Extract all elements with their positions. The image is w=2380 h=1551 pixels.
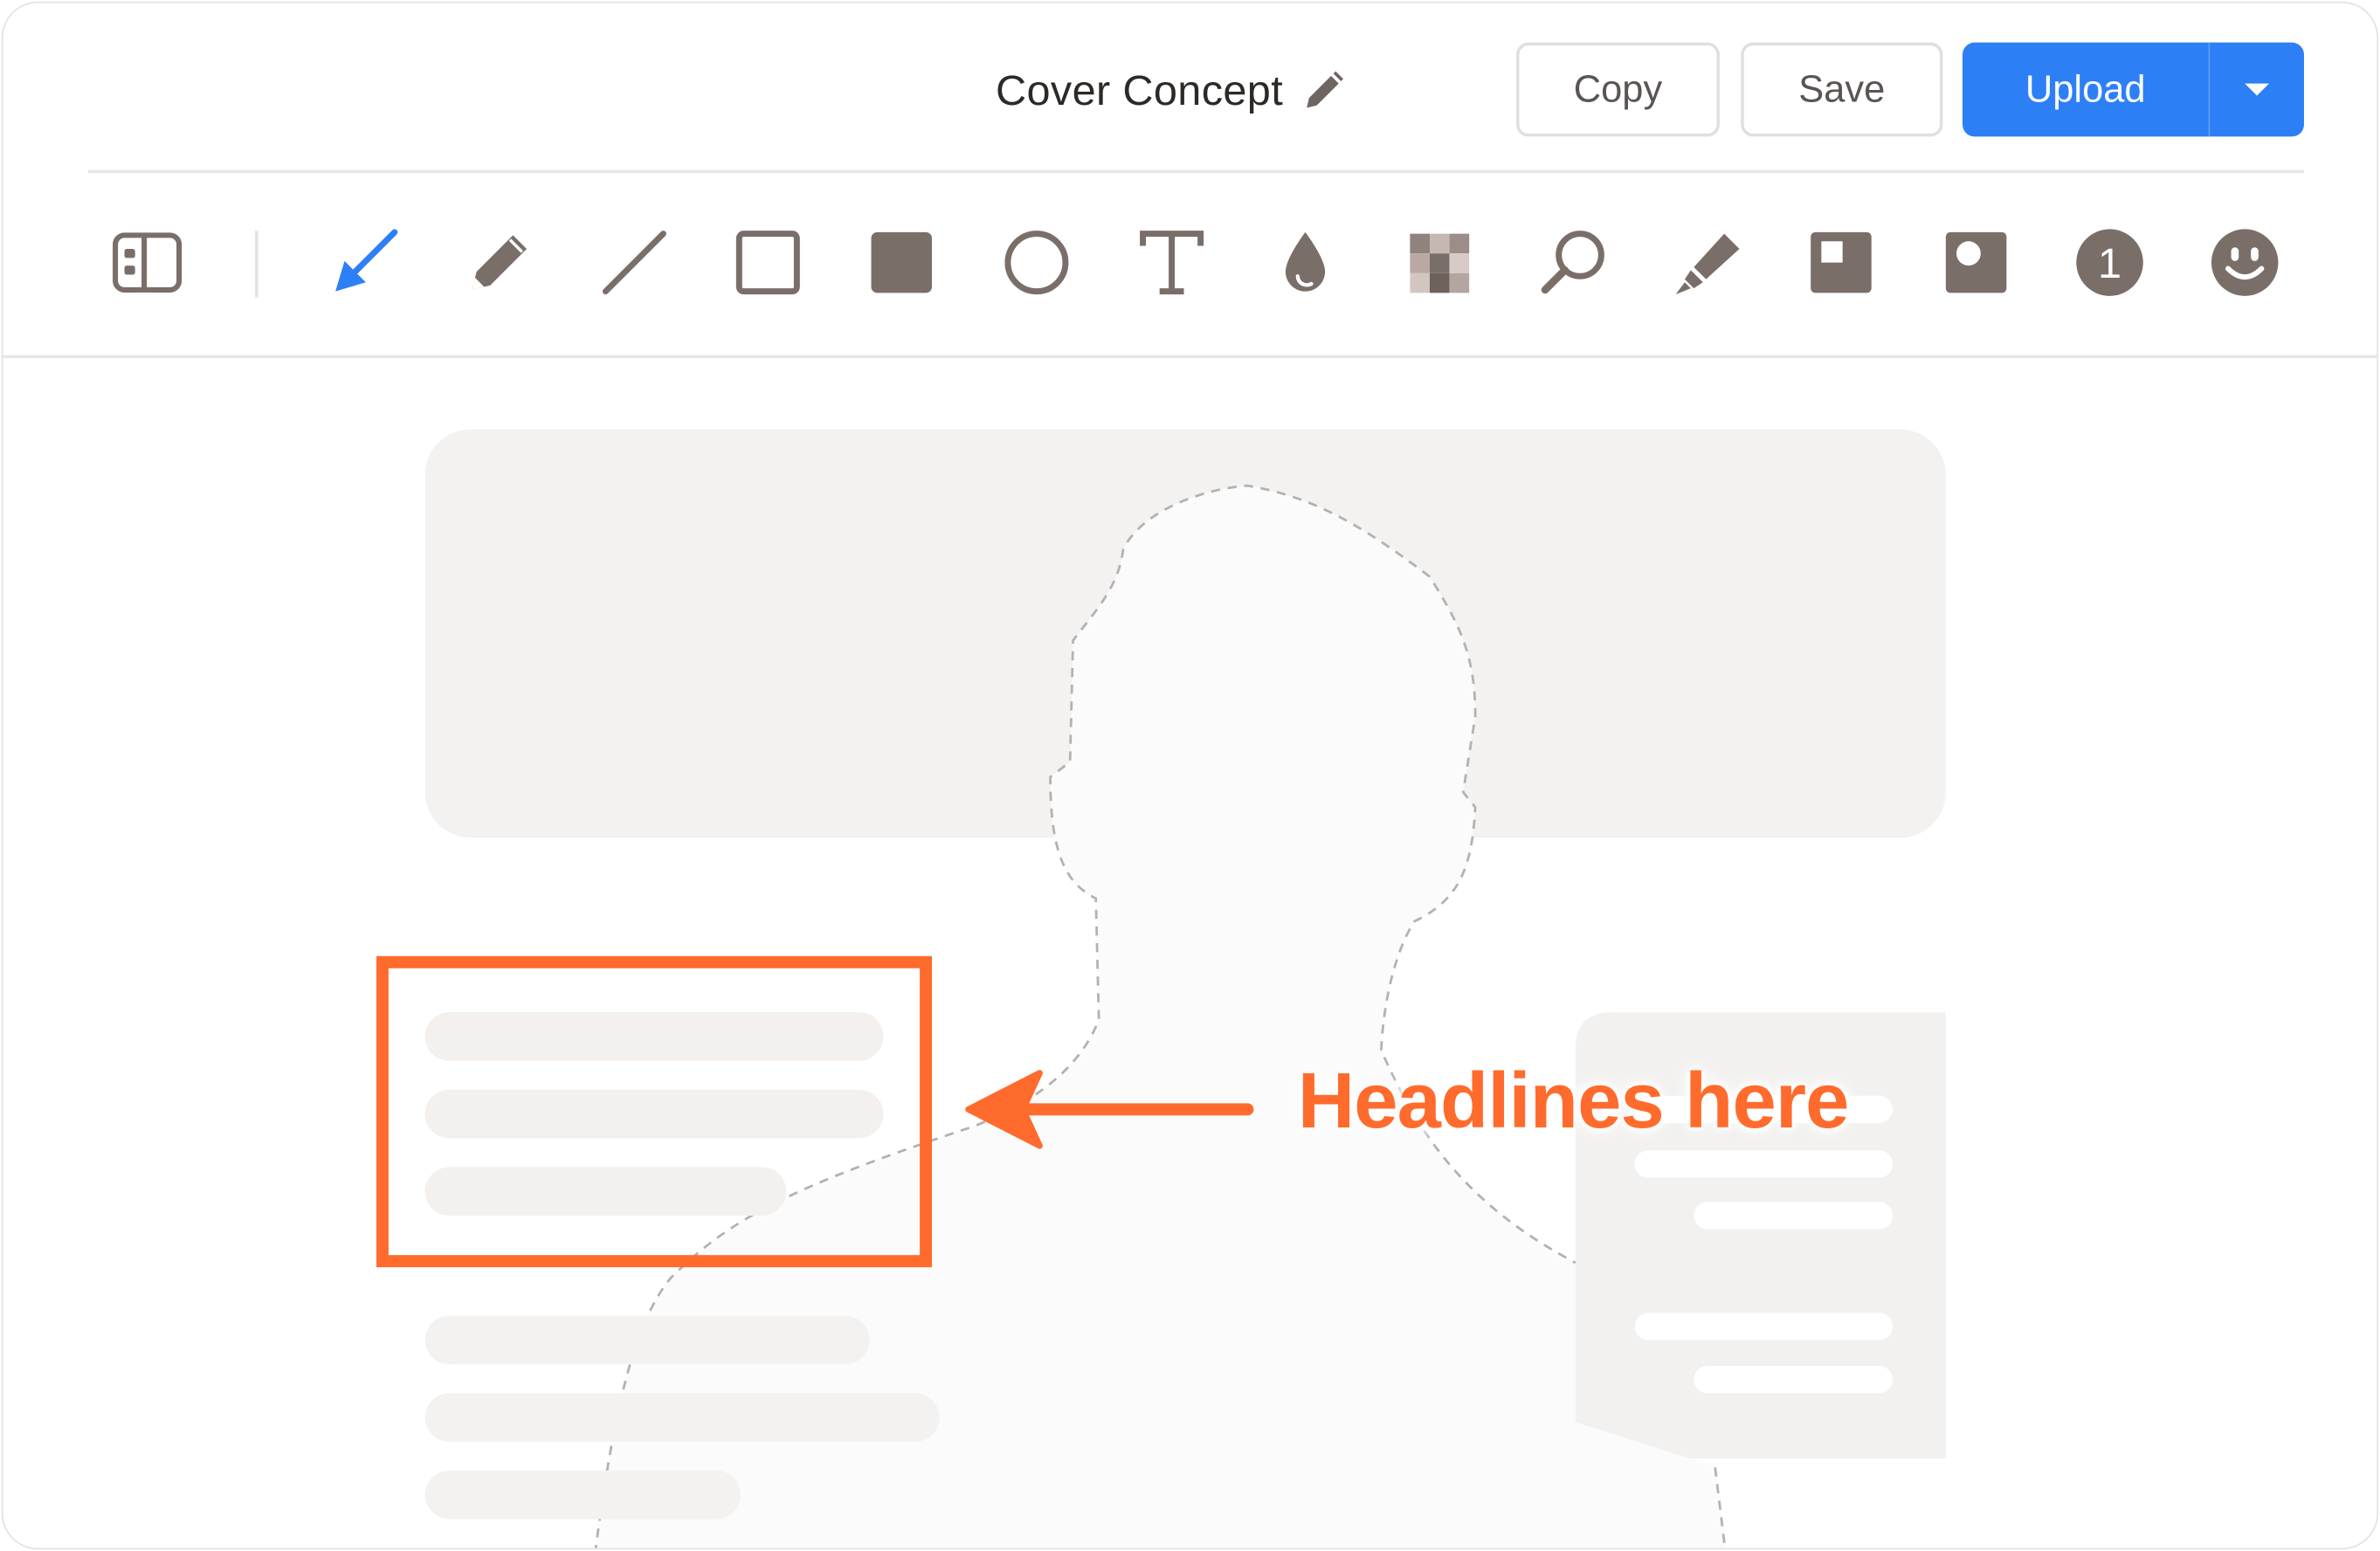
- tool-filled-rectangle[interactable]: [864, 224, 940, 300]
- text-icon: [1140, 231, 1204, 295]
- line-icon: [602, 231, 666, 295]
- tool-rectangle[interactable]: [730, 224, 806, 300]
- tool-text[interactable]: [1134, 224, 1210, 300]
- save-button[interactable]: Save: [1741, 42, 1943, 137]
- upload-menu-button[interactable]: [2210, 43, 2304, 137]
- rectangle-filled-icon: [871, 231, 933, 293]
- canvas-artwork: [376, 429, 1946, 1548]
- tool-ellipse[interactable]: [998, 224, 1074, 300]
- droplet-icon: [1285, 231, 1326, 292]
- spotlight-circle-icon: [1945, 231, 2007, 293]
- tool-blur[interactable]: [1267, 224, 1343, 300]
- pencil-icon[interactable]: [1301, 68, 1347, 114]
- arrow-icon: [335, 229, 398, 292]
- tool-emoji[interactable]: [2207, 224, 2283, 300]
- spotlight-square-icon: [1811, 231, 1872, 293]
- tool-highlighter[interactable]: [1670, 224, 1746, 300]
- headline-placeholder: [424, 1089, 884, 1139]
- upload-split-button: Upload: [1962, 42, 2304, 137]
- magnifier-icon: [1541, 231, 1604, 294]
- copy-button[interactable]: Copy: [1516, 42, 1720, 137]
- highlighter-icon: [1675, 233, 1740, 295]
- upload-button[interactable]: Upload: [1963, 43, 2209, 137]
- annotation-label[interactable]: Headlines here: [1298, 1057, 1850, 1148]
- drawing-canvas[interactable]: [3, 358, 2377, 1548]
- sidebar-toggle-button[interactable]: [109, 224, 185, 300]
- tool-arrow[interactable]: [327, 224, 403, 300]
- tool-pen[interactable]: [461, 224, 537, 300]
- document-title-text: Cover Concept: [995, 66, 1284, 114]
- document-title[interactable]: Cover Concept: [996, 61, 1347, 122]
- pixelate-icon: [1410, 233, 1470, 293]
- smiley-icon: [2211, 229, 2279, 296]
- tool-spotlight-circle[interactable]: [1938, 224, 2014, 300]
- chevron-down-icon: [2245, 83, 2270, 96]
- pencil-icon: [472, 235, 528, 290]
- side-card-line: [1634, 1313, 1894, 1341]
- tool-line[interactable]: [597, 224, 673, 300]
- circle-outline-icon: [1004, 231, 1069, 295]
- headline-placeholder: [424, 1167, 787, 1216]
- body-text-placeholder: [424, 1393, 940, 1442]
- panel-icon: [113, 232, 183, 293]
- tool-magnify[interactable]: [1536, 224, 1612, 300]
- counter-icon: 1: [2076, 229, 2143, 296]
- rectangle-outline-icon: [735, 231, 800, 295]
- body-text-placeholder: [424, 1315, 870, 1365]
- tool-counter[interactable]: 1: [2072, 224, 2148, 300]
- tool-spotlight-square[interactable]: [1804, 224, 1880, 300]
- body-text-placeholder: [424, 1470, 742, 1520]
- headline-placeholder: [424, 1012, 884, 1061]
- header-divider: [87, 169, 2304, 174]
- toolbar-separator: [254, 231, 259, 298]
- tool-pixelate[interactable]: [1401, 224, 1477, 300]
- side-card-line: [1694, 1366, 1894, 1394]
- side-card-line: [1694, 1202, 1894, 1230]
- counter-label: 1: [2098, 240, 2121, 287]
- editor-window: Cover Concept Copy Save Upload 1 Headlin…: [1, 1, 2379, 1550]
- side-card-line: [1634, 1150, 1894, 1178]
